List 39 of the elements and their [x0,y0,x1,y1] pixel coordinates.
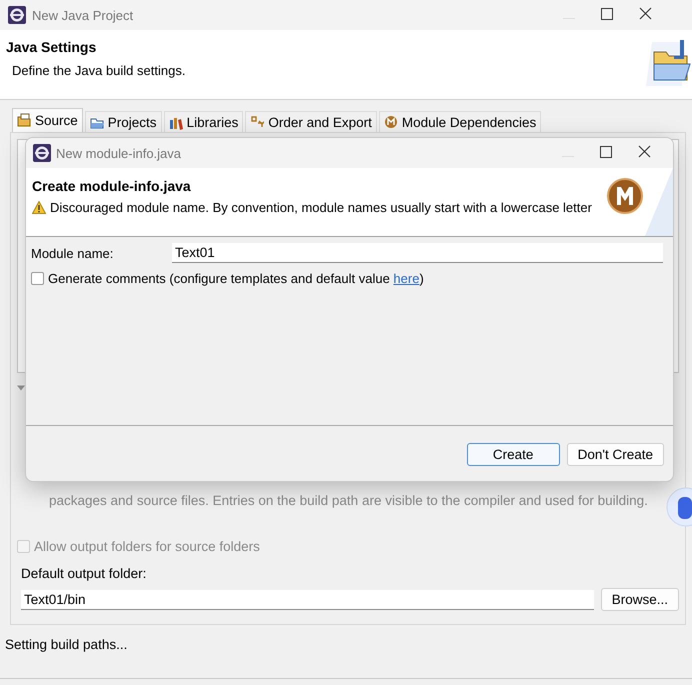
warning-icon [32,201,46,214]
close-icon [638,145,651,158]
collapse-triangle-icon [17,383,25,393]
allow-output-label: Allow output folders for source folders [34,539,260,554]
close-icon [639,7,652,20]
floating-assistant-icon [666,487,692,527]
folder-icon [646,38,692,88]
maximize-icon [600,146,612,158]
status-text: Setting build paths... [5,637,128,654]
browse-button[interactable]: Browse... [600,588,679,611]
dialog-heading: Create module-info.java [32,178,192,194]
tab[interactable]: Libraries [164,111,244,132]
page-description: Define the Java build settings. [12,63,186,78]
tab[interactable]: Order and Export [245,111,377,132]
module-name-field[interactable]: Text01 [172,243,663,263]
maximize-button[interactable] [600,146,612,160]
dont-create-button[interactable]: Don't Create [566,443,664,466]
app-icon [33,144,51,162]
generate-comments-checkbox[interactable] [31,272,44,285]
module-icon [384,114,398,130]
source-folder-icon [17,113,31,128]
here-link[interactable]: here [393,271,420,286]
maximize-button[interactable] [601,8,613,22]
maximize-icon [601,8,613,20]
app-icon [8,6,26,24]
tab[interactable]: Module Dependencies [378,111,542,132]
page-title: Java Settings [6,39,98,55]
window-title: New Java Project [32,8,134,22]
tab[interactable]: Projects [84,111,162,132]
order-arrows-icon [250,114,264,130]
module-name-label: Module name: [31,246,114,260]
create-button[interactable]: Create [466,443,560,466]
output-folder-field[interactable]: Text01/bin [21,590,594,610]
generate-comments-label: Generate comments (configure templates and default value here) [48,271,424,286]
dialog-title: New module-info.java [56,146,182,160]
build-path-info: packages and source files. Entries on the build path are visible to the compiler and used for building. [49,493,649,509]
output-folder-label: Default output folder: [21,566,148,581]
tab[interactable]: Source [12,108,83,132]
warning-message: Discouraged module name. By convention, module names usually start with a lowercase letter [50,200,592,215]
